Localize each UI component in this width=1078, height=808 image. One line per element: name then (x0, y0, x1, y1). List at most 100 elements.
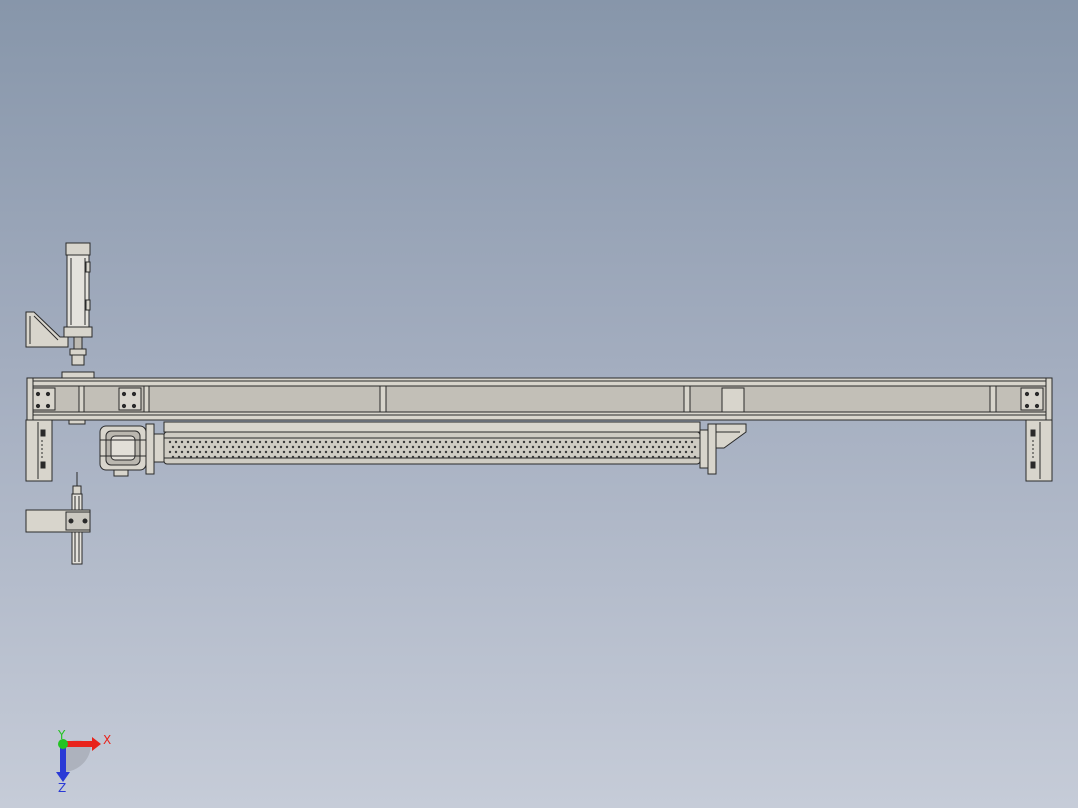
assembly-model-view[interactable]: X Y Z (0, 0, 1078, 808)
perforation-hole (204, 440, 208, 444)
perforation-hole (375, 455, 379, 459)
roller-end-bracket[interactable] (699, 423, 747, 475)
perforation-hole (606, 440, 610, 444)
perforation-hole (420, 440, 424, 444)
perforation-hole (603, 455, 607, 459)
perforation-hole (531, 445, 535, 449)
perforation-hole (360, 440, 364, 444)
main-frame[interactable] (26, 377, 1053, 425)
perforation-hole (615, 445, 619, 449)
perforation-hole (219, 445, 223, 449)
perforation-hole (615, 455, 619, 459)
perforation-hole (414, 450, 418, 454)
perforation-hole (489, 455, 493, 459)
perforation-hole (576, 440, 580, 444)
drive-motor[interactable] (99, 423, 165, 477)
perforation-hole (360, 450, 364, 454)
perforation-hole (252, 450, 256, 454)
perforation-hole (567, 455, 571, 459)
perforation-hole (243, 455, 247, 459)
perforation-hole (597, 445, 601, 449)
perforation-hole (351, 445, 355, 449)
perforation-hole (411, 455, 415, 459)
perforation-hole (654, 440, 658, 444)
mounting-bracket-bottom[interactable] (25, 509, 91, 533)
perforation-hole (672, 450, 676, 454)
perforation-hole (549, 445, 553, 449)
cad-graphics-viewport[interactable]: X Y Z (0, 0, 1078, 808)
perforation-hole (582, 440, 586, 444)
perforation-hole (633, 445, 637, 449)
perforation-hole (198, 450, 202, 454)
perforation-hole (213, 445, 217, 449)
perforation-hole (447, 455, 451, 459)
perforation-hole (171, 455, 175, 459)
perforation-hole (534, 450, 538, 454)
perforation-hole (501, 445, 505, 449)
perforation-hole (378, 440, 382, 444)
perforation-hole (582, 450, 586, 454)
perforation-hole (357, 445, 361, 449)
perforation-hole (525, 455, 529, 459)
perforation-hole (420, 450, 424, 454)
perforation-hole (471, 455, 475, 459)
perforation-hole (372, 440, 376, 444)
perforation-hole (246, 450, 250, 454)
perforation-hole (237, 455, 241, 459)
perforation-hole (291, 445, 295, 449)
perforation-hole (468, 450, 472, 454)
perforation-hole (474, 450, 478, 454)
perforation-hole (681, 445, 685, 449)
perforation-hole (519, 445, 523, 449)
perforated-roller[interactable] (163, 421, 701, 465)
perforation-hole (210, 440, 214, 444)
perforation-hole (465, 445, 469, 449)
perforation-hole (645, 455, 649, 459)
perforation-hole (345, 455, 349, 459)
perforation-hole (444, 450, 448, 454)
perforation-hole (348, 450, 352, 454)
perforation-hole (591, 445, 595, 449)
perforation-hole (510, 440, 514, 444)
perforation-hole (318, 450, 322, 454)
perforation-hole (315, 455, 319, 459)
perforation-hole (240, 440, 244, 444)
frame-leg-right[interactable] (1025, 419, 1053, 482)
perforation-hole (624, 450, 628, 454)
perforation-hole (264, 440, 268, 444)
perforation-hole (528, 440, 532, 444)
perforation-hole (444, 440, 448, 444)
perforation-hole (627, 445, 631, 449)
perforation-hole (282, 450, 286, 454)
perforation-hole (423, 445, 427, 449)
perforation-hole (618, 440, 622, 444)
perforation-hole (591, 455, 595, 459)
perforation-hole (603, 445, 607, 449)
perforation-hole (267, 445, 271, 449)
perforation-hole (168, 440, 172, 444)
perforation-hole (543, 455, 547, 459)
perforation-hole (375, 445, 379, 449)
perforation-hole (405, 455, 409, 459)
perforation-hole (639, 445, 643, 449)
perforation-hole (243, 445, 247, 449)
perforation-hole (450, 440, 454, 444)
perforation-hole (324, 450, 328, 454)
perforation-hole (432, 440, 436, 444)
perforation-hole (402, 440, 406, 444)
perforation-hole (585, 455, 589, 459)
frame-leg-left[interactable] (25, 419, 53, 482)
perforation-hole (255, 455, 259, 459)
perforation-hole (276, 440, 280, 444)
pneumatic-cylinder-top[interactable] (61, 242, 95, 379)
perforation-hole (462, 450, 466, 454)
perforation-hole (636, 440, 640, 444)
mounting-bracket-top[interactable] (25, 311, 69, 348)
perforation-hole (336, 440, 340, 444)
perforation-hole (366, 450, 370, 454)
perforation-hole (234, 450, 238, 454)
perforation-hole (609, 445, 613, 449)
perforation-hole (690, 440, 694, 444)
perforation-hole (213, 455, 217, 459)
perforation-hole (285, 445, 289, 449)
